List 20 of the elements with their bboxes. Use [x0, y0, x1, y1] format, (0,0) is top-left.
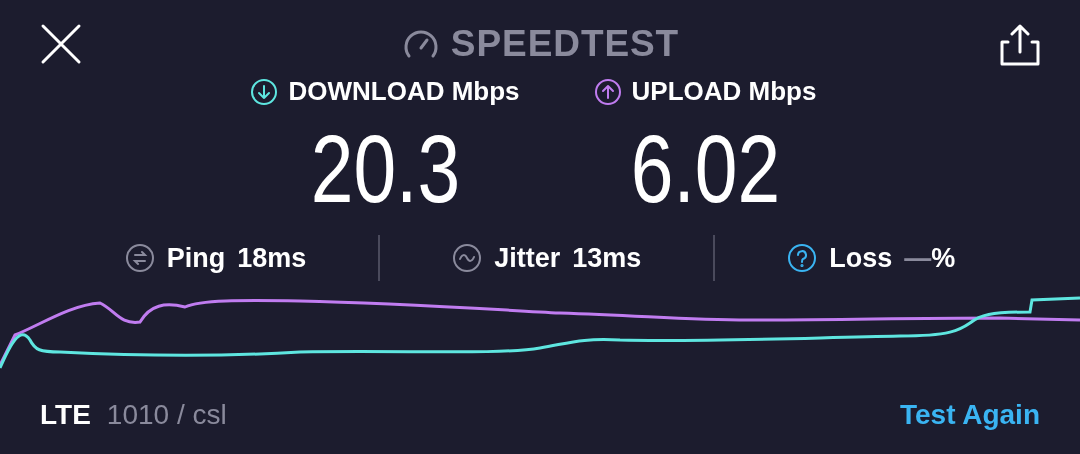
ping-icon	[124, 243, 155, 273]
app-title: SPEEDTEST	[450, 22, 680, 67]
close-icon[interactable]	[40, 23, 82, 65]
upload-label: UPLOAD Mbps	[631, 75, 817, 108]
test-again-link[interactable]: Test Again	[900, 394, 1040, 436]
share-icon[interactable]	[1000, 22, 1040, 66]
stat-value: —%	[904, 241, 956, 275]
download-value: 20.3	[310, 121, 460, 217]
stat-label: Jitter	[494, 241, 561, 275]
carrier-name: 1010 / csl	[106, 398, 227, 432]
network-type: LTE	[40, 398, 91, 432]
download-label: DOWNLOAD Mbps	[288, 75, 520, 108]
stat-value: 13ms	[572, 241, 642, 275]
help-icon	[787, 243, 818, 273]
stat-value: 18ms	[237, 241, 307, 275]
stat-label: Ping	[166, 241, 226, 275]
gauge-icon	[402, 28, 439, 60]
jitter-icon	[452, 243, 483, 273]
upload-value: 6.02	[630, 121, 780, 217]
stat-label: Loss	[829, 241, 893, 275]
